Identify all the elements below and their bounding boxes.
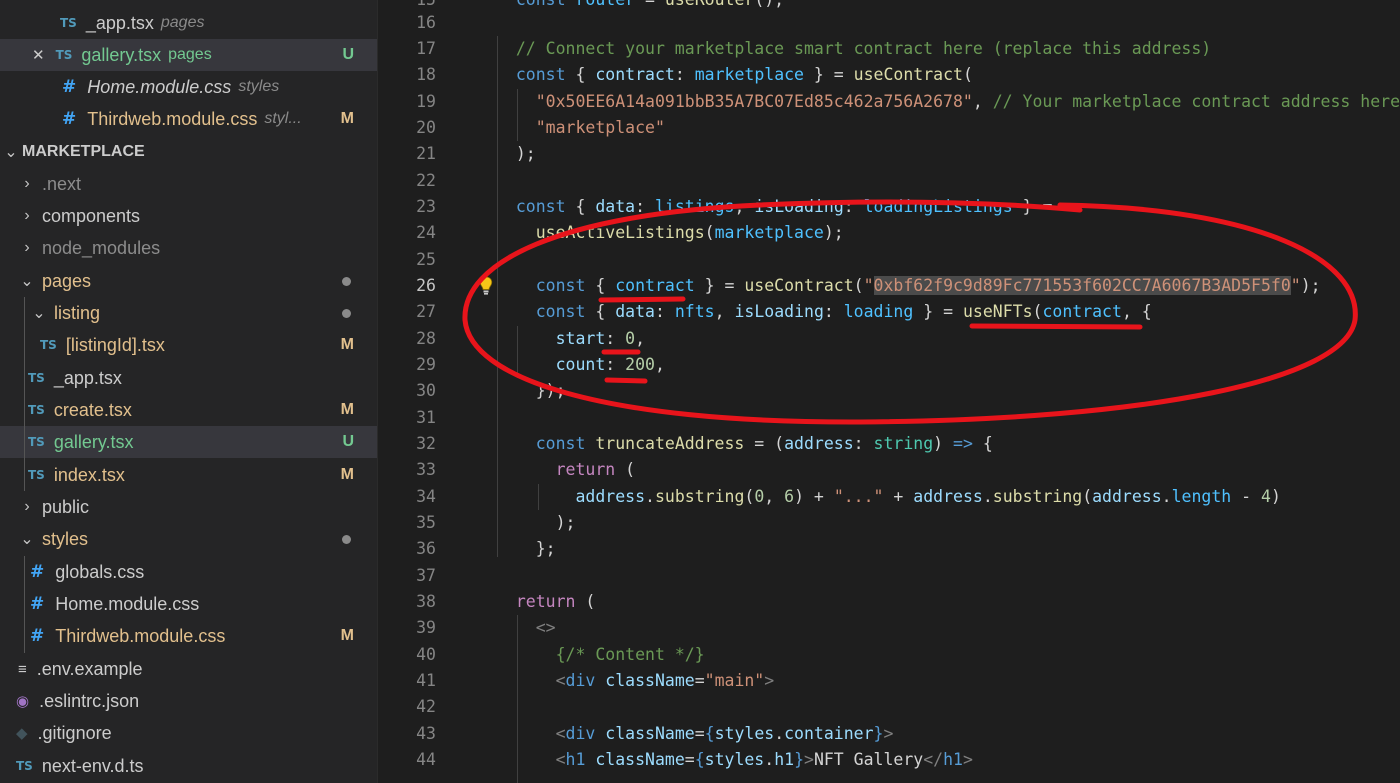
annotation-overlay xyxy=(462,199,1358,425)
underline-use-nfts xyxy=(969,323,1143,330)
annotation-ellipse xyxy=(462,199,1358,425)
underline-contract xyxy=(598,296,686,303)
underline-count-200 xyxy=(604,377,648,384)
